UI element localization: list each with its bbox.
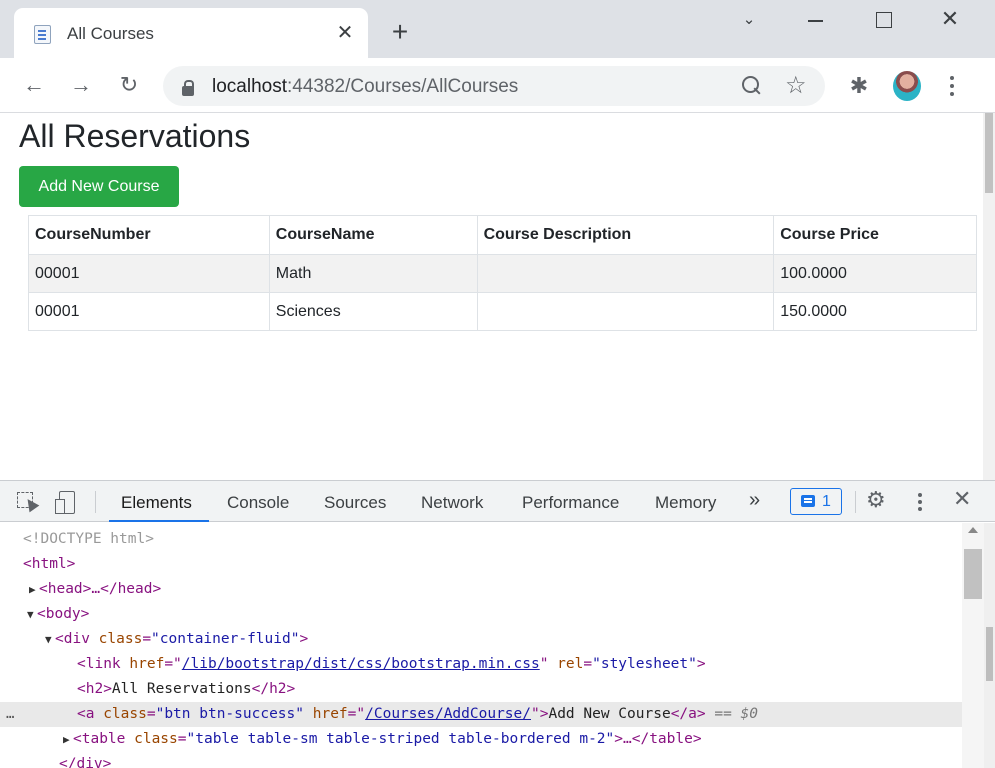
dom-node-table[interactable]: ▶ <table class="table table-sm table-stri… xyxy=(0,727,962,752)
lock-icon[interactable] xyxy=(182,80,194,96)
cell-course-description xyxy=(476,254,775,293)
scroll-up-arrow-icon[interactable] xyxy=(968,527,978,533)
cell-course-price: 150.0000 xyxy=(773,292,977,331)
tab-search-chevron-icon[interactable]: ⌄ xyxy=(737,8,761,32)
toolbar-divider xyxy=(855,491,856,513)
column-header-course-description: Course Description xyxy=(476,215,775,255)
more-tabs-icon[interactable]: » xyxy=(749,489,760,512)
window-edge-scrollbar[interactable] xyxy=(984,523,995,768)
cell-course-number: 00001 xyxy=(28,292,270,331)
collapse-triangle-icon[interactable]: ▼ xyxy=(27,602,37,627)
zoom-icon[interactable] xyxy=(741,75,763,97)
cell-course-description xyxy=(476,292,775,331)
back-button[interactable]: ← xyxy=(21,72,47,98)
dom-node-h2[interactable]: <h2>All Reservations</h2> xyxy=(0,677,962,702)
url-text[interactable]: localhost:44382/Courses/AllCourses xyxy=(212,76,518,98)
dom-tree: <!DOCTYPE html> <html> ▶ <head>…</head> ▼… xyxy=(0,523,962,768)
courses-table: CourseNumber CourseName Course Descripti… xyxy=(28,215,977,331)
minimize-window-button[interactable] xyxy=(803,8,827,32)
dom-node-html[interactable]: <html> xyxy=(0,552,962,577)
table-header-row: CourseNumber CourseName Course Descripti… xyxy=(28,215,977,255)
reload-button[interactable]: ↻ xyxy=(116,72,142,98)
tab-console[interactable]: Console xyxy=(227,481,289,522)
settings-gear-icon[interactable]: ⚙ xyxy=(866,487,886,513)
maximize-window-button[interactable] xyxy=(871,8,895,32)
page-viewport: All Reservations Add New Course CourseNu… xyxy=(0,113,983,480)
browser-tab[interactable]: All Courses ✕ xyxy=(14,8,368,58)
tab-performance[interactable]: Performance xyxy=(522,481,619,522)
devtools-toolbar: Elements Console Sources Network Perform… xyxy=(0,481,995,522)
tab-close-icon[interactable]: ✕ xyxy=(334,22,356,44)
devtools-panel: Elements Console Sources Network Perform… xyxy=(0,480,995,768)
tab-title: All Courses xyxy=(67,24,154,43)
expand-triangle-icon[interactable]: ▶ xyxy=(63,727,73,752)
table-row: 00001 Sciences 150.0000 xyxy=(28,292,977,331)
elements-scrollbar[interactable] xyxy=(962,523,984,768)
browser-tab-strip: All Courses ✕ + ⌄ ✕ xyxy=(0,0,995,58)
message-icon xyxy=(801,495,815,507)
bookmark-star-icon[interactable]: ☆ xyxy=(785,72,807,100)
device-toolbar-icon[interactable] xyxy=(55,491,77,514)
cell-course-price: 100.0000 xyxy=(773,254,977,293)
cell-course-name: Sciences xyxy=(268,292,478,331)
issues-counter-button[interactable]: 1 xyxy=(790,488,842,515)
extensions-puzzle-icon[interactable]: ✱ xyxy=(846,73,872,99)
collapse-triangle-icon[interactable]: ▼ xyxy=(45,627,55,652)
forward-button[interactable]: → xyxy=(68,72,94,98)
close-window-button[interactable]: ✕ xyxy=(938,8,962,32)
dom-node-div[interactable]: ▼ <div class="container-fluid"> xyxy=(0,627,962,652)
tab-memory[interactable]: Memory xyxy=(655,481,716,522)
page-scrollbar[interactable] xyxy=(983,113,995,480)
profile-avatar[interactable] xyxy=(893,71,921,101)
browser-menu-icon[interactable] xyxy=(942,73,962,99)
table-row: 00001 Math 100.0000 xyxy=(28,254,977,293)
cell-course-number: 00001 xyxy=(28,254,270,293)
tab-network[interactable]: Network xyxy=(421,481,483,522)
inspect-element-icon[interactable] xyxy=(17,492,37,512)
column-header-course-number: CourseNumber xyxy=(28,215,270,255)
dom-node-div-close[interactable]: </div> xyxy=(0,752,962,768)
tab-sources[interactable]: Sources xyxy=(324,481,386,522)
dom-node-doctype[interactable]: <!DOCTYPE html> xyxy=(0,527,962,552)
devtools-menu-icon[interactable] xyxy=(910,491,930,513)
dom-node-a-selected[interactable]: … <a class="btn btn-success" href="/Cour… xyxy=(0,702,962,727)
column-header-course-name: CourseName xyxy=(268,215,478,255)
column-header-course-price: Course Price xyxy=(773,215,977,255)
new-tab-button[interactable]: + xyxy=(388,18,412,46)
devtools-close-icon[interactable]: ✕ xyxy=(953,486,971,512)
page-favicon-icon xyxy=(34,25,51,44)
toolbar-divider xyxy=(95,491,96,513)
scrollbar-thumb[interactable] xyxy=(964,549,982,599)
tab-elements[interactable]: Elements xyxy=(109,481,209,522)
expand-triangle-icon[interactable]: ▶ xyxy=(29,577,39,602)
dom-node-link[interactable]: <link href="/lib/bootstrap/dist/css/boot… xyxy=(0,652,962,677)
node-actions-dots[interactable]: … xyxy=(6,702,14,727)
add-new-course-button[interactable]: Add New Course xyxy=(19,166,179,207)
page-title: All Reservations xyxy=(19,118,251,154)
cell-course-name: Math xyxy=(268,254,478,293)
dom-node-body[interactable]: ▼ <body> xyxy=(0,602,962,627)
dom-node-head[interactable]: ▶ <head>…</head> xyxy=(0,577,962,602)
issues-count: 1 xyxy=(822,493,831,510)
address-bar[interactable]: localhost:44382/Courses/AllCourses ☆ xyxy=(163,66,825,106)
